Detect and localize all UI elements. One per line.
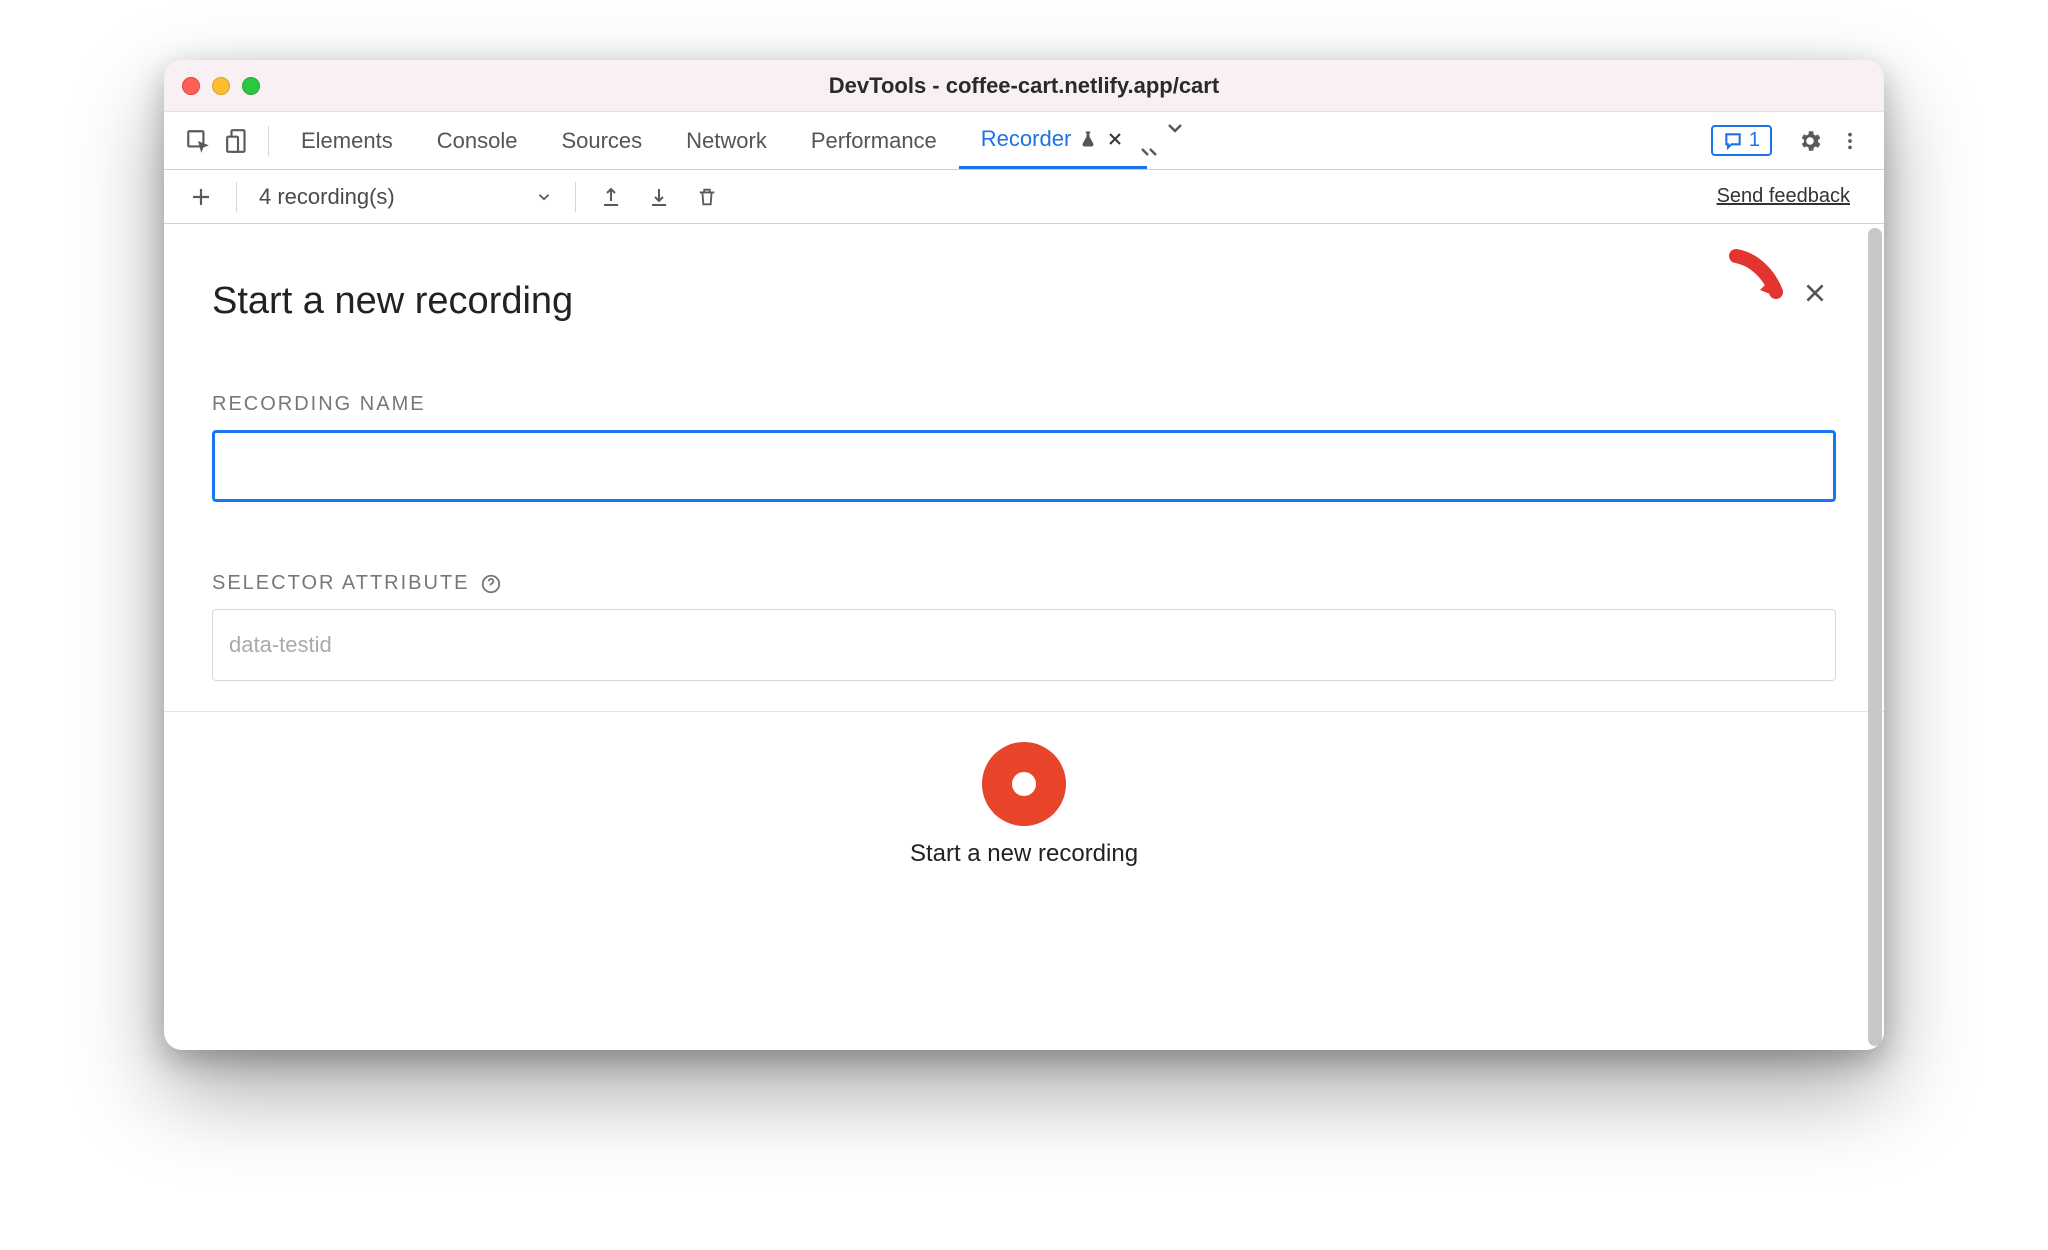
inspect-element-icon[interactable] [178,121,218,161]
start-recording-area: Start a new recording [164,712,1884,868]
tab-label: Elements [301,128,393,154]
divider [268,126,269,156]
device-toolbar-icon[interactable] [218,121,258,161]
issues-badge[interactable]: 1 [1711,125,1772,156]
selector-attribute-label: SELECTOR ATTRIBUTE [212,572,1836,595]
new-recording-icon[interactable] [180,176,222,218]
recording-name-label: RECORDING NAME [212,393,1836,416]
settings-icon[interactable] [1790,121,1830,161]
start-recording-label: Start a new recording [910,840,1138,868]
import-icon[interactable] [638,176,680,218]
delete-icon[interactable] [686,176,728,218]
close-panel-icon[interactable] [1802,280,1828,306]
annotation-arrow-icon [1724,244,1794,314]
recording-name-field: RECORDING NAME [212,393,1836,502]
help-icon[interactable] [480,573,502,595]
titlebar: DevTools - coffee-cart.netlify.app/cart [164,60,1884,112]
recording-name-input[interactable] [212,430,1836,502]
close-tab-icon[interactable] [1105,129,1125,149]
selector-attribute-input[interactable] [212,609,1836,681]
label-text: SELECTOR ATTRIBUTE [212,572,470,595]
divider [236,182,237,212]
page-title: Start a new recording [212,280,1836,323]
tab-label: Recorder [981,126,1071,152]
tab-label: Sources [561,128,642,154]
start-recording-button[interactable] [982,742,1066,826]
divider [575,182,576,212]
tab-network[interactable]: Network [664,112,789,169]
tab-sources[interactable]: Sources [539,112,664,169]
flask-icon [1079,130,1097,148]
tab-label: Performance [811,128,937,154]
export-icon[interactable] [590,176,632,218]
tab-console[interactable]: Console [415,112,540,169]
devtools-window: DevTools - coffee-cart.netlify.app/cart … [164,60,1884,1050]
tab-elements[interactable]: Elements [279,112,415,169]
devtools-tabstrip: Elements Console Sources Network Perform… [164,112,1884,170]
selector-attribute-field: SELECTOR ATTRIBUTE [212,572,1836,681]
record-icon [1012,772,1036,796]
tab-recorder[interactable]: Recorder [959,112,1147,169]
kebab-menu-icon[interactable] [1830,121,1870,161]
tab-label: Network [686,128,767,154]
chevron-down-icon [535,188,553,206]
issues-count: 1 [1749,129,1760,152]
dropdown-label: 4 recording(s) [259,184,395,210]
send-feedback-link[interactable]: Send feedback [1717,185,1868,208]
overflow-tabs-icon[interactable] [1147,117,1203,165]
recordings-dropdown[interactable]: 4 recording(s) [251,184,561,210]
recorder-content: Start a new recording RECORDING NAME SEL… [164,224,1884,1050]
window-title: DevTools - coffee-cart.netlify.app/cart [164,73,1884,99]
tab-label: Console [437,128,518,154]
recorder-toolbar: 4 recording(s) Send feedback [164,170,1884,224]
chat-icon [1723,131,1743,151]
tab-performance[interactable]: Performance [789,112,959,169]
